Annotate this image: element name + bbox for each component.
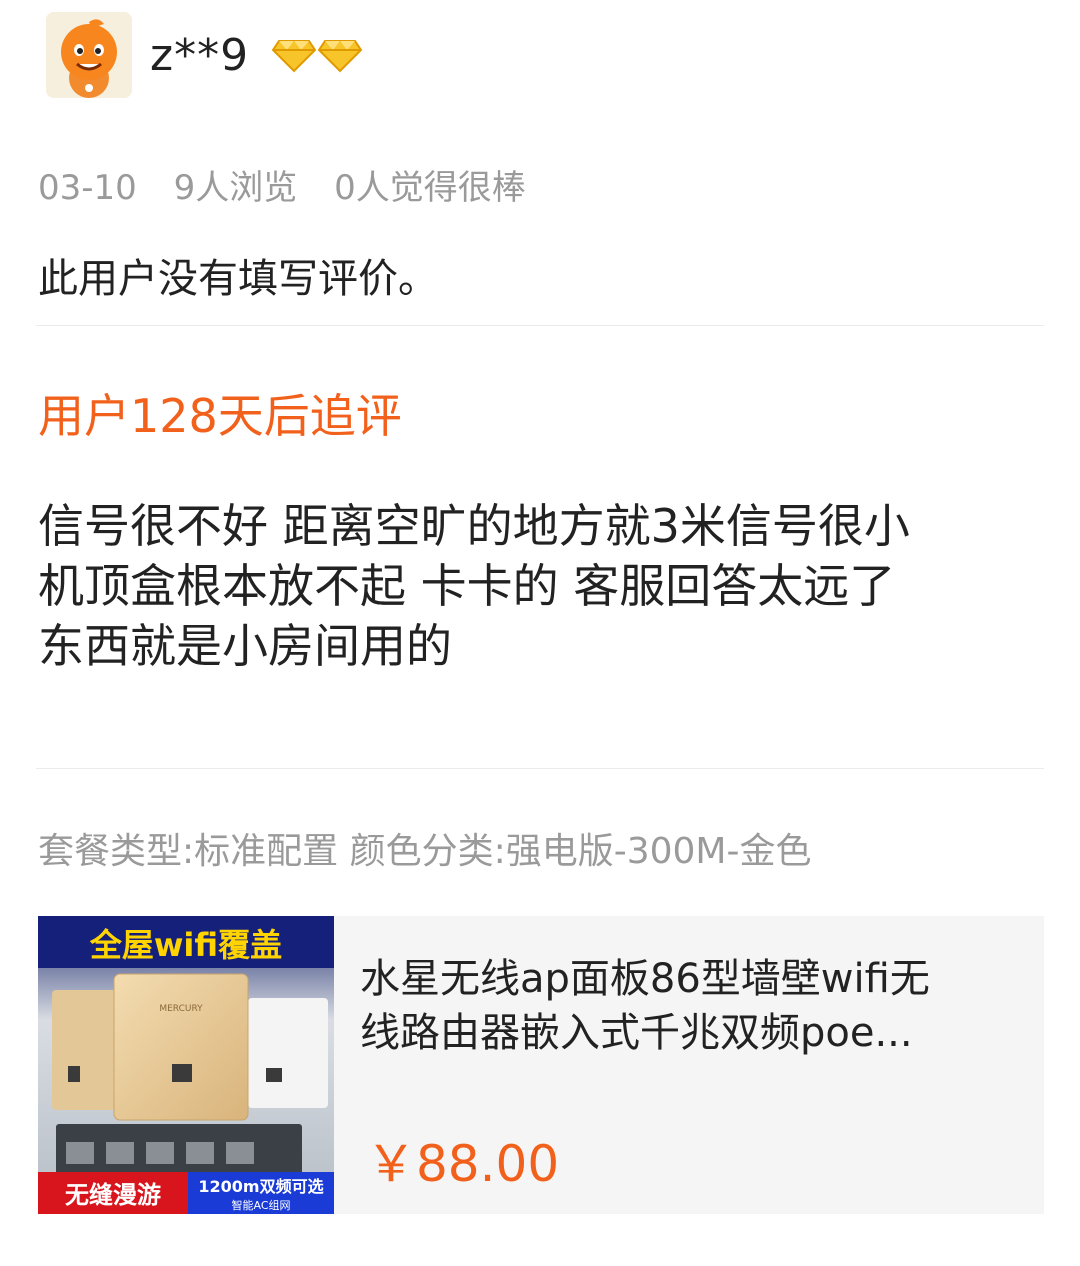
diamond-badge-icon [317, 40, 363, 73]
avatar[interactable] [46, 12, 132, 98]
review-text: 此用户没有填写评价。 [38, 256, 438, 302]
view-count: 9人浏览 [173, 168, 298, 208]
product-title-line: 线路由器嵌入式千兆双频poe... [360, 1010, 913, 1056]
thumb-tag-right-bottom: 智能AC组网 [231, 1198, 290, 1212]
thumb-banner-text: 全屋wifi覆盖 [89, 926, 282, 964]
reviewer-header: z**9 [46, 12, 363, 98]
orange-mascot-icon [46, 12, 132, 98]
divider [36, 768, 1044, 769]
sku-info: 套餐类型:标准配置 颜色分类:强电版-300M-金色 [38, 831, 812, 872]
diamond-badge-icon [271, 40, 317, 73]
review-date: 03-10 [38, 168, 137, 208]
divider [36, 325, 1044, 326]
thumb-brand-text: MERCURY [159, 1004, 203, 1014]
followup-line: 信号很不好 距离空旷的地方就3米信号很小 [38, 499, 910, 553]
product-image: 全屋wifi覆盖 MERCURY 无缝漫游 1200m双频可选 智能AC组网 [38, 916, 334, 1214]
followup-text: 信号很不好 距离空旷的地方就3米信号很小 机顶盒根本放不起 卡卡的 客服回答太远… [38, 496, 1048, 676]
product-info[interactable]: 水星无线ap面板86型墙壁wifi无 线路由器嵌入式千兆双频poe... ￥88… [334, 916, 1044, 1214]
member-badges [271, 35, 363, 75]
review-meta: 03-10 9人浏览 0人觉得很棒 [38, 160, 552, 209]
product-title-line: 水星无线ap面板86型墙壁wifi无 [360, 956, 930, 1002]
product-price: ￥88.00 [366, 1135, 560, 1193]
followup-title: 用户128天后追评 [38, 389, 402, 443]
followup-line: 东西就是小房间用的 [38, 619, 452, 673]
like-count: 0人觉得很棒 [334, 168, 526, 208]
product-thumbnail[interactable]: 全屋wifi覆盖 MERCURY 无缝漫游 1200m双频可选 智能AC组网 [38, 916, 334, 1214]
followup-line: 机顶盒根本放不起 卡卡的 客服回答太远了 [38, 559, 896, 613]
thumb-tag-right-top: 1200m双频可选 [198, 1177, 323, 1196]
thumb-tag-left: 无缝漫游 [65, 1181, 161, 1209]
product-card[interactable]: 全屋wifi覆盖 MERCURY 无缝漫游 1200m双频可选 智能AC组网 水… [38, 916, 1044, 1214]
product-title[interactable]: 水星无线ap面板86型墙壁wifi无 线路由器嵌入式千兆双频poe... [360, 952, 1020, 1060]
username: z**9 [150, 29, 250, 81]
